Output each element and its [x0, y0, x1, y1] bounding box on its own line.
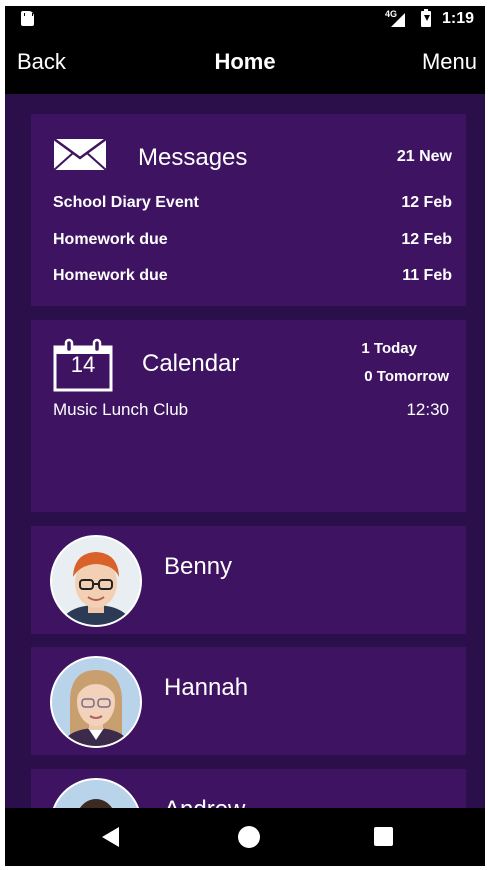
message-date: 12 Feb	[401, 231, 452, 248]
message-date: 12 Feb	[401, 194, 452, 211]
page-title: Home	[214, 49, 276, 74]
menu-button[interactable]: Menu	[422, 49, 477, 75]
child-card-andrew[interactable]: Andrew	[31, 769, 466, 808]
child-name: Benny	[164, 553, 233, 580]
message-subject[interactable]: School Diary Event	[53, 194, 199, 212]
event-time: 12:30	[406, 400, 449, 419]
child-card-benny[interactable]: Benny	[31, 526, 466, 634]
event-name[interactable]: Music Lunch Club	[53, 400, 188, 420]
calendar-title: Calendar	[142, 350, 240, 377]
sd-card-icon	[21, 11, 34, 26]
signal-icon	[391, 13, 405, 27]
message-subject[interactable]: Homework due	[53, 231, 168, 249]
child-name: Andrew	[164, 796, 245, 808]
status-bar: 4G 1:19	[5, 6, 485, 32]
events-tomorrow-count: 0 Tomorrow	[364, 368, 449, 385]
child-name: Hannah	[164, 674, 249, 701]
message-date: 11 Feb	[402, 267, 452, 284]
battery-icon	[421, 9, 431, 27]
messages-card[interactable]: Messages 21 New School Diary Event 12 Fe…	[31, 114, 466, 306]
messages-title: Messages	[138, 144, 248, 171]
child-card-hannah[interactable]: Hannah	[31, 647, 466, 755]
status-time: 1:19	[442, 10, 475, 27]
calendar-card[interactable]: 14 Calendar 1 Today 0 Tomorrow Music Lun…	[31, 320, 466, 512]
phone-screen: 4G 1:19 Back Home Menu Messages 21 New S…	[5, 6, 485, 866]
avatar	[50, 535, 142, 627]
home-circle-icon[interactable]	[238, 826, 260, 848]
calendar-icon: 14	[53, 338, 113, 392]
new-messages-count: 21 New	[396, 148, 452, 165]
top-navigation-bar: Back Home Menu	[5, 32, 485, 94]
avatar	[50, 656, 142, 748]
home-content[interactable]: Messages 21 New School Diary Event 12 Fe…	[5, 94, 485, 808]
calendar-icon-day: 14	[70, 352, 96, 377]
envelope-icon	[53, 138, 107, 171]
recents-square-icon[interactable]	[374, 827, 393, 846]
events-today-count: 1 Today	[361, 340, 417, 357]
back-triangle-icon[interactable]	[102, 827, 119, 847]
avatar	[50, 778, 142, 808]
message-subject[interactable]: Homework due	[53, 267, 168, 285]
system-navigation-bar	[5, 808, 485, 866]
